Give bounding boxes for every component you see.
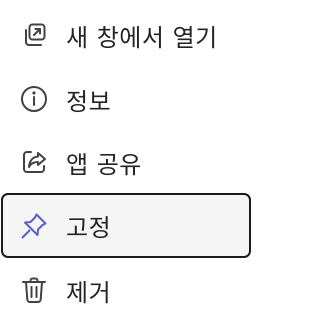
menu-item-label: 앱 공유 bbox=[66, 150, 142, 179]
menu-item-pin[interactable]: 고정 bbox=[1, 193, 251, 258]
pin-icon bbox=[19, 211, 49, 241]
menu-item-remove[interactable]: 제거 bbox=[0, 259, 250, 321]
menu-item-label: 정보 bbox=[66, 87, 112, 116]
context-menu: 새 창에서 열기 정보 앱 공유 고정 제거 bbox=[0, 0, 256, 322]
menu-item-open-in-new-window[interactable]: 새 창에서 열기 bbox=[0, 4, 250, 66]
menu-item-info[interactable]: 정보 bbox=[0, 68, 250, 130]
menu-item-share-app[interactable]: 앱 공유 bbox=[0, 131, 250, 193]
menu-item-label: 제거 bbox=[66, 278, 112, 307]
menu-item-label: 고정 bbox=[66, 214, 112, 242]
info-icon bbox=[19, 84, 49, 114]
menu-item-label: 새 창에서 열기 bbox=[66, 23, 218, 52]
share-icon bbox=[19, 147, 49, 177]
trash-icon bbox=[19, 275, 49, 305]
open-in-new-window-icon bbox=[19, 20, 49, 50]
